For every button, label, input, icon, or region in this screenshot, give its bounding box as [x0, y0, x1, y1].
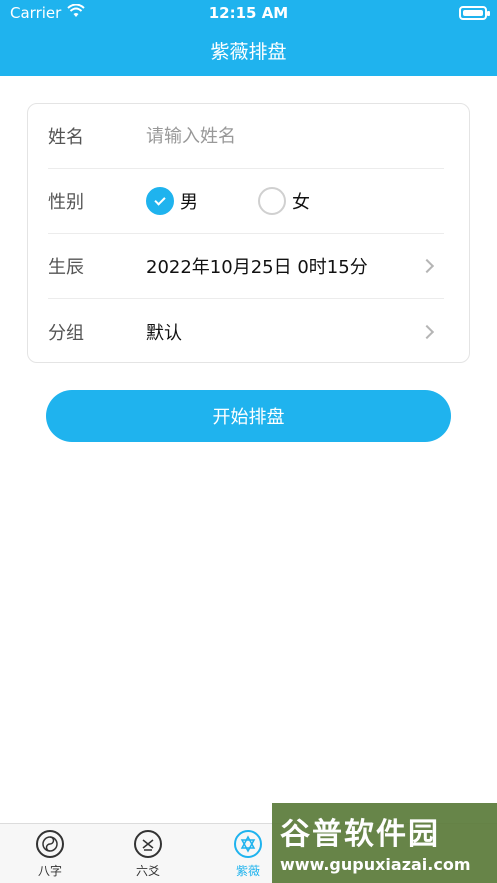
status-bar: Carrier 12:15 AM [0, 0, 497, 26]
form-card: 姓名 性别 男 女 生辰 2022年10月25日 0时15分 分组 默认 [27, 103, 470, 363]
chevron-right-icon [419, 324, 435, 339]
battery-icon [459, 6, 490, 20]
gender-female-label: 女 [292, 192, 310, 213]
birth-row[interactable]: 生辰 2022年10月25日 0时15分 [48, 234, 444, 299]
check-icon [146, 187, 174, 215]
gender-female-radio[interactable]: 女 [258, 187, 310, 215]
gender-male-radio[interactable]: 男 [146, 187, 198, 215]
gender-label: 性别 [48, 192, 84, 213]
star-of-david-icon [234, 830, 262, 858]
gender-male-label: 男 [180, 192, 198, 213]
tab-bazi[interactable]: 八字 [20, 830, 80, 879]
name-row: 姓名 [48, 104, 444, 169]
tab-ziwei[interactable]: 紫薇 [218, 830, 278, 879]
birth-value: 2022年10月25日 0时15分 [146, 257, 368, 278]
start-button[interactable]: 开始排盘 [46, 390, 451, 442]
status-time: 12:15 AM [208, 4, 289, 22]
tab-liuyao-label: 六爻 [135, 864, 160, 878]
watermark-title: 谷普软件园 [280, 817, 440, 852]
chevron-right-icon [419, 258, 435, 274]
gender-row: 性别 男 女 [48, 169, 444, 234]
bagua-icon [36, 830, 64, 858]
radio-empty-icon [258, 187, 286, 215]
birth-label: 生辰 [48, 257, 84, 278]
name-label: 姓名 [48, 127, 84, 148]
group-value: 默认 [146, 322, 182, 344]
watermark-overlay: 谷普软件园 www.gupuxiazai.com [272, 803, 497, 883]
page-title: 紫薇排盘 [210, 41, 287, 63]
watermark-url: www.gupuxiazai.com [280, 855, 471, 874]
group-label: 分组 [48, 322, 84, 344]
tab-bazi-label: 八字 [37, 864, 62, 878]
group-row[interactable]: 分组 默认 [48, 299, 444, 364]
nav-bar: 紫薇排盘 [0, 26, 497, 76]
tab-ziwei-label: 紫薇 [235, 864, 260, 878]
liuyao-icon [134, 830, 162, 858]
tab-liuyao[interactable]: 六爻 [118, 830, 178, 879]
name-input[interactable] [146, 125, 426, 147]
